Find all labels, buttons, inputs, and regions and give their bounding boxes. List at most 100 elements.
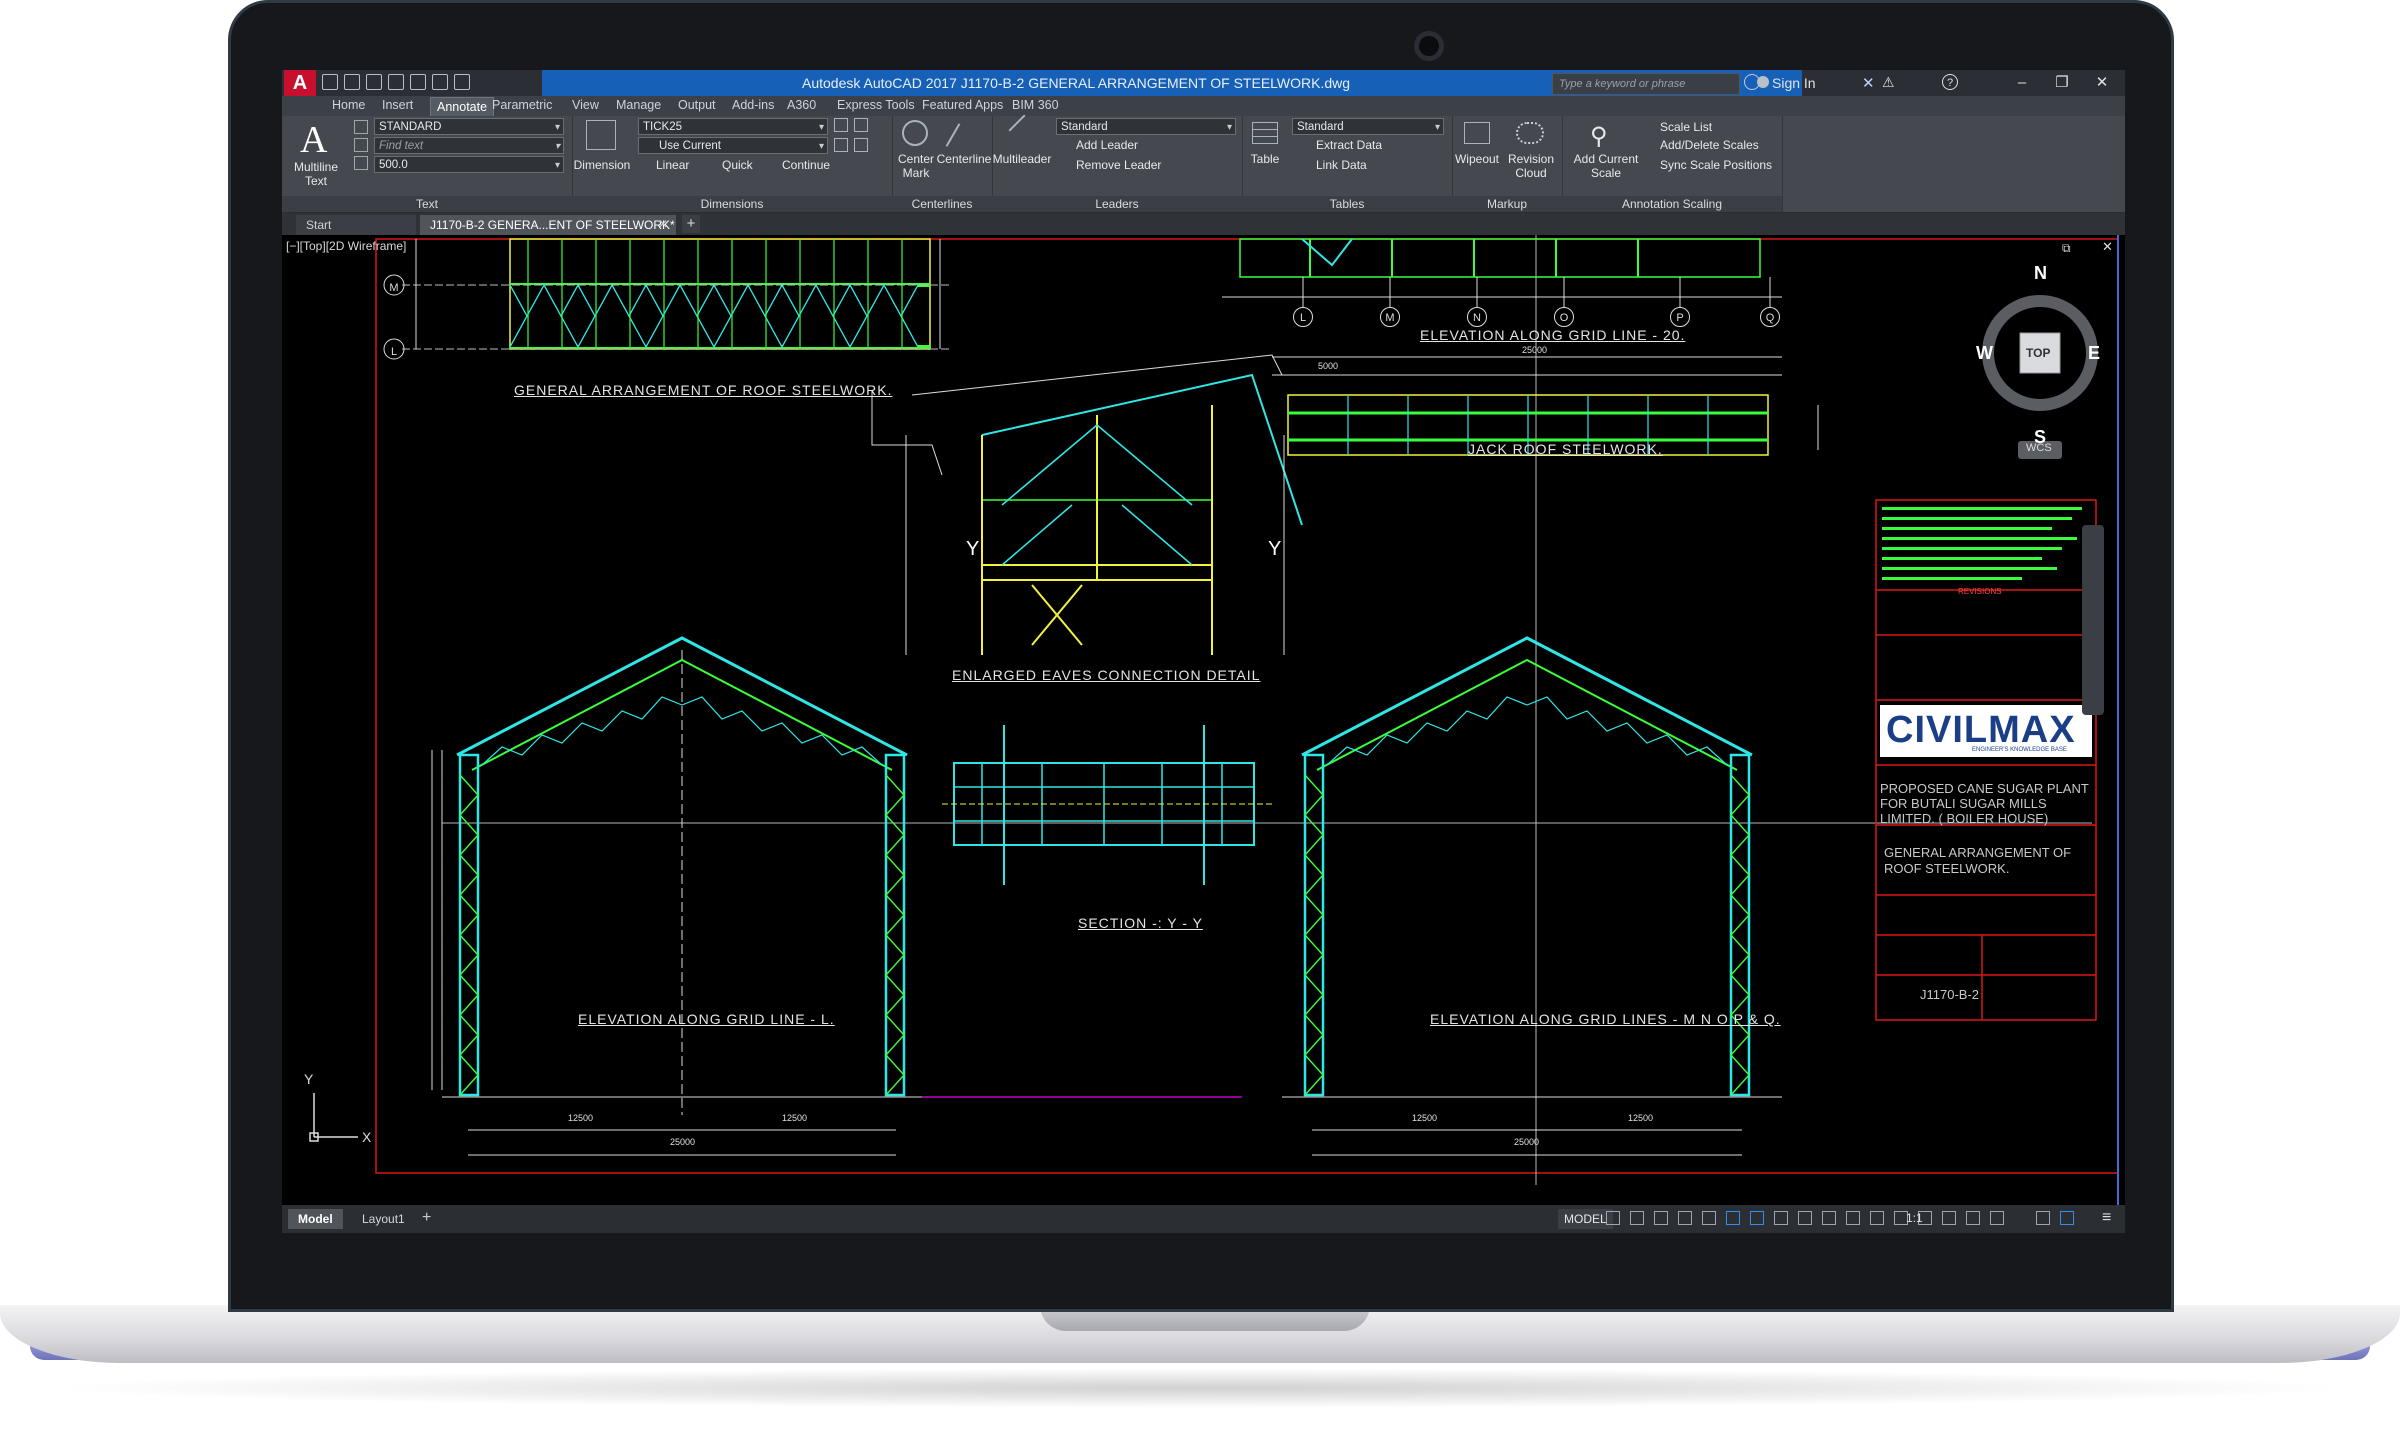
lineweight-icon[interactable]: [1774, 1211, 1788, 1225]
transparency-icon[interactable]: [1798, 1211, 1812, 1225]
grid-icon[interactable]: [1606, 1211, 1620, 1225]
auto-scale-icon[interactable]: [1870, 1211, 1884, 1225]
tab-annotate[interactable]: Annotate: [430, 97, 495, 117]
osnap-icon[interactable]: [1726, 1211, 1740, 1225]
add-current-scale-button[interactable]: Add Current Scale: [1566, 152, 1646, 180]
viewcube-east[interactable]: E: [2088, 343, 2100, 364]
save-icon[interactable]: [366, 74, 382, 90]
tab-a360[interactable]: A360: [787, 98, 816, 112]
exchange-apps-icon[interactable]: ✕: [1862, 74, 1875, 92]
help-icon[interactable]: ?: [1942, 74, 1958, 90]
extract-data-button[interactable]: Extract Data: [1316, 138, 1382, 152]
open-icon[interactable]: [344, 74, 360, 90]
otrack-icon[interactable]: [1750, 1211, 1764, 1225]
viewport-controls-label[interactable]: [−][Top][2D Wireframe]: [286, 239, 406, 253]
revision-cloud-icon[interactable]: [1516, 122, 1544, 144]
sign-in-button[interactable]: Sign In: [1772, 75, 1816, 91]
viewport-close-icon[interactable]: ✕: [2102, 239, 2113, 255]
revision-cloud-button[interactable]: Revision Cloud: [1504, 152, 1558, 180]
tab-home[interactable]: Home: [332, 98, 365, 112]
minimize-button[interactable]: –: [2002, 72, 2042, 94]
viewcube-top-face[interactable]: TOP: [2026, 346, 2050, 360]
lock-ui-icon[interactable]: [1990, 1211, 2004, 1225]
redo-icon[interactable]: [454, 74, 470, 90]
text-style-select[interactable]: STANDARD: [374, 118, 564, 136]
undo-icon[interactable]: [432, 74, 448, 90]
linear-button[interactable]: Linear: [656, 158, 689, 172]
polar-icon[interactable]: [1678, 1211, 1692, 1225]
dim-layer-select[interactable]: Use Current: [638, 137, 828, 155]
tables-panel-title[interactable]: Tables: [1242, 196, 1452, 212]
close-tab-icon[interactable]: ✕: [658, 217, 668, 231]
multileader-button[interactable]: Multileader: [992, 152, 1052, 166]
text-height-input[interactable]: 500.0: [374, 156, 564, 174]
add-delete-scales-button[interactable]: Add/Delete Scales: [1660, 138, 1759, 152]
isodraft-icon[interactable]: [1702, 1211, 1716, 1225]
drawing-viewport[interactable]: [−][Top][2D Wireframe] ⧉ ✕ N S E W TOP W…: [282, 235, 2125, 1205]
multiline-text-button[interactable]: Multiline Text: [288, 160, 344, 188]
a360-icon[interactable]: ⚠: [1882, 74, 1895, 91]
dim-tool-icon[interactable]: [854, 138, 868, 152]
isolate-icon[interactable]: [2036, 1211, 2050, 1225]
center-mark-icon[interactable]: [902, 120, 928, 146]
tab-start[interactable]: Start: [296, 215, 416, 235]
wipeout-icon[interactable]: [1464, 122, 1490, 144]
remove-leader-button[interactable]: Remove Leader: [1076, 158, 1161, 172]
wcs-menu[interactable]: WCS: [2026, 442, 2052, 454]
hardware-acceleration-icon[interactable]: [2060, 1211, 2074, 1225]
multiline-text-icon[interactable]: A: [300, 118, 327, 162]
scale-list-button[interactable]: Scale List: [1660, 120, 1712, 134]
tab-insert[interactable]: Insert: [382, 98, 413, 112]
help-search-input[interactable]: Type a keyword or phrase: [1552, 73, 1740, 95]
wipeout-button[interactable]: Wipeout: [1452, 152, 1502, 166]
centerline-icon[interactable]: [945, 123, 961, 147]
tab-parametric[interactable]: Parametric: [492, 98, 552, 112]
print-icon[interactable]: [410, 74, 426, 90]
tab-drawing[interactable]: J1170-B-2 GENERA...ENT OF STEELWORK*: [420, 215, 676, 235]
add-layout-button[interactable]: +: [422, 1209, 431, 1227]
dimstyle-select[interactable]: TICK25: [638, 118, 828, 136]
tab-layout1[interactable]: Layout1: [352, 1209, 415, 1229]
annotation-visibility-icon[interactable]: [1846, 1211, 1860, 1225]
save-as-icon[interactable]: [388, 74, 404, 90]
snap-icon[interactable]: [1630, 1211, 1644, 1225]
application-menu-button[interactable]: A: [284, 70, 316, 96]
dimensions-panel-title[interactable]: Dimensions: [572, 196, 892, 212]
table-style-select[interactable]: Standard: [1292, 118, 1444, 136]
quick-button[interactable]: Quick: [722, 158, 753, 172]
tab-manage[interactable]: Manage: [616, 98, 661, 112]
units-icon[interactable]: [1942, 1211, 1956, 1225]
quick-properties-icon[interactable]: [1966, 1211, 1980, 1225]
tab-express-tools[interactable]: Express Tools: [837, 98, 915, 112]
maximize-button[interactable]: ❐: [2042, 72, 2082, 94]
tab-view[interactable]: View: [572, 98, 599, 112]
tab-output[interactable]: Output: [678, 98, 716, 112]
leaders-panel-title[interactable]: Leaders: [992, 196, 1242, 212]
viewport-restore-icon[interactable]: ⧉: [2062, 241, 2071, 256]
multileader-icon[interactable]: [1008, 114, 1026, 132]
tab-bim-360[interactable]: BIM 360: [1012, 98, 1059, 112]
text-panel-title[interactable]: Text: [282, 196, 572, 212]
model-space-button[interactable]: MODEL: [1558, 1209, 1613, 1229]
viewcube-west[interactable]: W: [1976, 343, 1993, 364]
continue-button[interactable]: Continue: [782, 158, 830, 172]
center-mark-button[interactable]: Center Mark: [894, 152, 938, 180]
selection-cycling-icon[interactable]: [1822, 1211, 1836, 1225]
dim-tool-icon[interactable]: [854, 118, 868, 132]
sync-scale-positions-button[interactable]: Sync Scale Positions: [1660, 158, 1772, 172]
tab-add-ins[interactable]: Add-ins: [732, 98, 774, 112]
tab-featured-apps[interactable]: Featured Apps: [922, 98, 1003, 112]
tab-model[interactable]: Model: [288, 1209, 343, 1229]
dimension-icon[interactable]: [586, 120, 616, 150]
mleader-style-select[interactable]: Standard: [1056, 118, 1236, 136]
add-scale-icon[interactable]: ⚲: [1590, 122, 1608, 151]
customize-menu-icon[interactable]: ≡: [2102, 1209, 2111, 1227]
new-icon[interactable]: [322, 74, 338, 90]
table-icon[interactable]: [1252, 122, 1278, 144]
dim-tool-icon[interactable]: [834, 138, 848, 152]
viewcube-north[interactable]: N: [2034, 263, 2047, 284]
centerline-button[interactable]: Centerline: [936, 152, 992, 166]
link-data-button[interactable]: Link Data: [1316, 158, 1367, 172]
new-tab-button[interactable]: +: [682, 215, 700, 233]
close-button[interactable]: ✕: [2082, 72, 2122, 94]
